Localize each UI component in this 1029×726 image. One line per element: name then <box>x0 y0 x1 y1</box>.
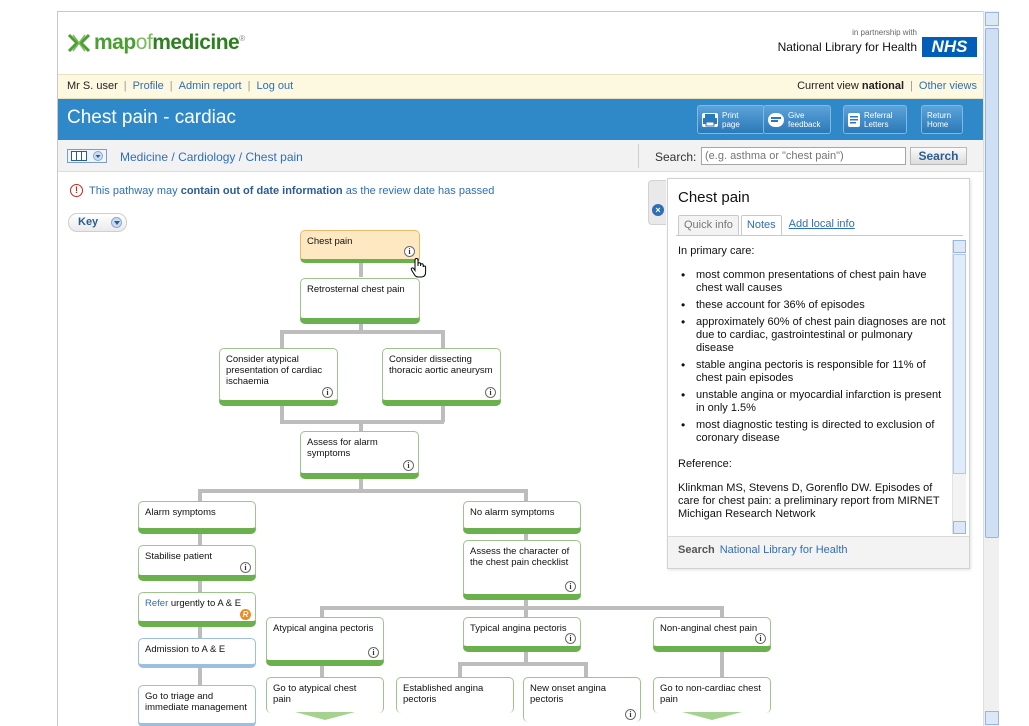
info-icon[interactable]: i <box>322 387 333 398</box>
node-assess-alarm-symptoms[interactable]: Assess for alarm symptoms i <box>300 431 419 477</box>
tab-add-local-info[interactable]: Add local info <box>783 215 860 235</box>
panel-bullet-list: most common presentations of chest pain … <box>678 269 948 445</box>
tab-notes[interactable]: Notes <box>740 215 782 235</box>
connector <box>458 662 462 678</box>
panel-handle[interactable] <box>648 180 666 225</box>
connector <box>280 402 284 422</box>
hand-cursor-icon <box>410 258 427 278</box>
nlh-search-link[interactable]: National Library for Health <box>720 544 848 556</box>
node-goto-atypical[interactable]: Go to atypical chest pain <box>266 677 384 713</box>
panel-intro: In primary care: <box>678 245 755 257</box>
scroll-down-icon[interactable] <box>985 711 999 725</box>
node-triage[interactable]: Go to triage and immediate management <box>138 685 256 726</box>
node-dissecting-aneurysm[interactable]: Consider dissecting thoracic aortic aneu… <box>382 348 501 404</box>
connector <box>584 662 588 678</box>
connector <box>458 662 588 666</box>
refer-link[interactable]: Refer <box>145 598 168 609</box>
scroll-thumb[interactable] <box>985 28 999 538</box>
divider <box>676 235 963 236</box>
info-icon[interactable]: i <box>625 709 636 720</box>
page-scrollbar[interactable] <box>983 11 999 726</box>
connector <box>198 489 528 493</box>
scroll-thumb[interactable] <box>953 254 966 474</box>
info-icon[interactable]: i <box>240 562 251 573</box>
connector <box>198 532 202 546</box>
panel-scrollbar[interactable] <box>952 240 966 534</box>
node-non-anginal[interactable]: Non-anginal chest pain i <box>653 617 771 650</box>
node-alarm-symptoms[interactable]: Alarm symptoms <box>138 501 256 532</box>
node-retrosternal-chest-pain[interactable]: Retrosternal chest pain <box>300 278 420 322</box>
connector <box>320 606 724 610</box>
connector <box>441 402 445 422</box>
node-atypical-ischaemia[interactable]: Consider atypical presentation of cardia… <box>219 348 338 404</box>
scroll-up-icon[interactable] <box>953 240 966 253</box>
node-atypical-angina[interactable]: Atypical angina pectoris i <box>266 617 384 664</box>
list-item: approximately 60% of chest pain diagnose… <box>678 316 948 355</box>
app-window: mapofmedicine® in partnership with Natio… <box>0 0 1029 726</box>
list-item: these account for 36% of episodes <box>678 299 948 312</box>
node-stabilise-patient[interactable]: Stabilise patient i <box>138 545 256 579</box>
referral-icon[interactable]: R <box>240 609 251 620</box>
footer-search-label: Search <box>678 544 715 556</box>
list-item: most common presentations of chest pain … <box>678 269 948 295</box>
node-refer-urgently[interactable]: Refer urgently to A & E R <box>138 592 256 625</box>
info-icon[interactable]: i <box>368 647 379 658</box>
info-icon[interactable]: i <box>404 246 415 257</box>
connector <box>198 578 202 592</box>
node-assess-character[interactable]: Assess the character of the chest pain c… <box>463 540 581 598</box>
list-item: most diagnostic testing is directed to e… <box>678 419 948 445</box>
connector <box>441 330 445 350</box>
panel-footer: Search National Library for Health <box>668 536 969 568</box>
goto-arrow <box>295 712 355 720</box>
info-icon[interactable]: i <box>755 633 766 644</box>
node-goto-noncardiac[interactable]: Go to non-cardiac chest pain <box>653 677 771 713</box>
reference-label: Reference: <box>678 458 732 470</box>
node-new-onset-angina[interactable]: New onset angina pectoris i <box>523 677 641 722</box>
reference-text: Klinkman MS, Stevens D, Gorenflo DW. Epi… <box>678 482 940 520</box>
tab-quick-info[interactable]: Quick info <box>678 215 739 235</box>
info-icon[interactable]: i <box>485 387 496 398</box>
list-item: stable angina pectoris is responsible fo… <box>678 359 948 385</box>
info-icon[interactable]: i <box>565 581 576 592</box>
node-established-angina[interactable]: Established angina pectoris <box>396 677 514 713</box>
connector <box>280 330 284 350</box>
info-panel: Chest pain Quick info Notes Add local in… <box>667 178 970 569</box>
scroll-down-icon[interactable] <box>953 521 966 534</box>
connector <box>198 625 202 638</box>
goto-arrow <box>682 712 742 720</box>
page-frame: mapofmedicine® in partnership with Natio… <box>57 11 983 726</box>
node-typical-angina[interactable]: Typical angina pectoris i <box>463 617 581 650</box>
panel-content: In primary care: most common presentatio… <box>678 245 948 525</box>
panel-title: Chest pain <box>678 189 750 206</box>
node-admission-ae[interactable]: Admission to A & E <box>138 638 256 668</box>
close-icon[interactable]: × <box>652 204 664 216</box>
connector <box>720 652 724 678</box>
list-item: unstable angina or myocardial infarction… <box>678 389 948 415</box>
node-no-alarm-symptoms[interactable]: No alarm symptoms <box>463 501 581 532</box>
scroll-up-icon[interactable] <box>985 12 999 26</box>
info-icon[interactable]: i <box>403 460 414 471</box>
node-chest-pain[interactable]: Chest pain i <box>300 230 420 263</box>
panel-tabs: Quick info Notes Add local info <box>678 215 862 235</box>
info-icon[interactable]: i <box>565 633 576 644</box>
connector <box>280 330 444 334</box>
